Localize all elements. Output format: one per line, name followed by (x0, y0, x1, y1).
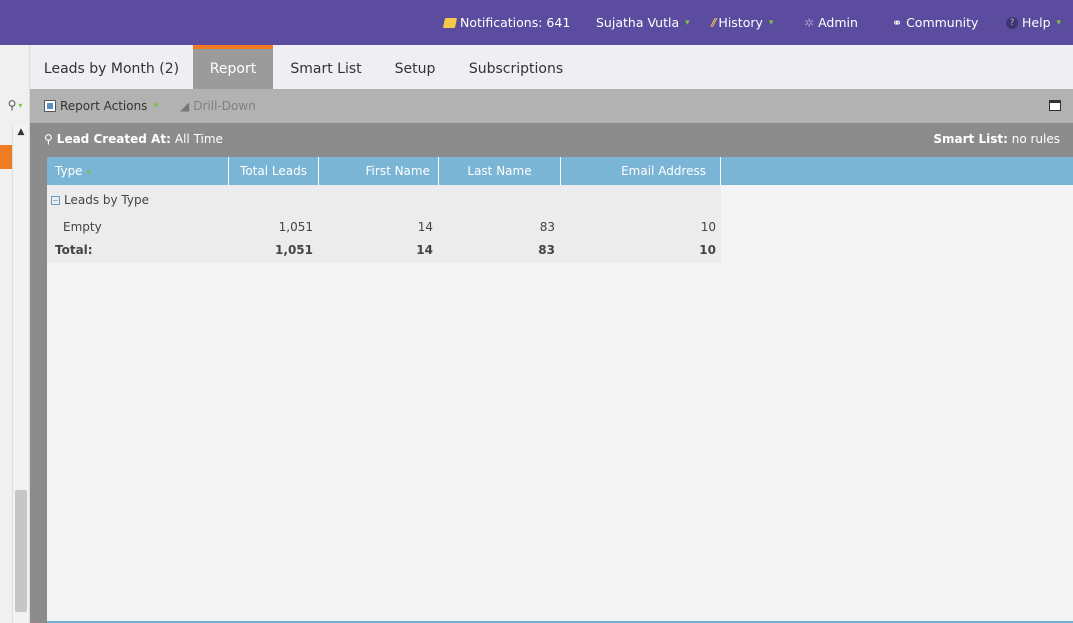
total-email: 10 (699, 243, 716, 257)
drill-down-button[interactable]: ◢ Drill-Down (180, 96, 256, 116)
tab-setup[interactable]: Setup (377, 45, 453, 89)
community-label: Community (906, 14, 979, 30)
group-header: − Leads by Type (51, 188, 149, 212)
tree-actions-button[interactable]: ⚲ ▾ (1, 95, 29, 115)
notifications-label: Notifications: 641 (460, 14, 571, 30)
column-header-total-leads[interactable]: Total Leads (229, 157, 319, 185)
table-row[interactable]: Empty 1,051 14 83 10 (47, 215, 721, 239)
row-email: 10 (700, 220, 716, 234)
total-total-leads: 1,051 (275, 243, 313, 257)
selected-node-marker (0, 145, 12, 169)
report-icon (44, 100, 56, 112)
tree-scrollbar[interactable]: ▲ (12, 125, 28, 623)
grid-header: Type ▾ Total Leads First Name Last Name E… (47, 157, 1073, 185)
history-label: History (718, 14, 763, 30)
tab-bar: Leads by Month (2) Report Smart List Set… (30, 45, 1073, 89)
column-header-email-address[interactable]: Email Address (561, 157, 721, 185)
maximize-window-icon[interactable] (1049, 100, 1061, 111)
collapse-toggle-icon[interactable]: − (51, 196, 60, 205)
row-first-name: 14 (417, 220, 433, 234)
notification-icon (442, 17, 458, 28)
total-first-name: 14 (416, 243, 433, 257)
chevron-down-icon: ▾ (1056, 17, 1062, 28)
report-actions-label: Report Actions (60, 99, 148, 113)
admin-link[interactable]: ✲ Admin (804, 0, 858, 45)
community-link[interactable]: ⚭ Community (892, 0, 978, 45)
filter-bar: ⚲ Lead Created At: All Time Smart List: … (30, 123, 1073, 157)
smart-list-filter[interactable]: Smart List: no rules (933, 132, 1060, 146)
smart-list-label: Smart List: (933, 132, 1008, 146)
chevron-down-icon: ▾ (685, 17, 690, 28)
total-label: Total: (55, 243, 93, 257)
tab-smart-list[interactable]: Smart List (279, 45, 373, 89)
group-row[interactable]: − Leads by Type (47, 188, 721, 212)
column-header-last-name[interactable]: Last Name (439, 157, 561, 185)
report-actions-button[interactable]: Report Actions ▾ (44, 96, 158, 116)
drill-down-icon: ◢ (180, 99, 190, 113)
help-menu[interactable]: ? Help ▾ (1006, 0, 1061, 45)
row-total-leads: 1,051 (278, 220, 313, 234)
total-last-name: 83 (538, 243, 555, 257)
lead-created-value: All Time (174, 132, 223, 146)
report-toolbar: Report Actions ▾ ◢ Drill-Down (30, 89, 1073, 123)
tab-subscriptions[interactable]: Subscriptions (460, 45, 572, 89)
history-icon: // (711, 15, 717, 29)
lead-created-filter[interactable]: ⚲ Lead Created At: All Time (44, 132, 223, 146)
gear-icon: ✲ (804, 15, 815, 30)
total-row: Total: 1,051 14 83 10 (47, 238, 721, 262)
column-header-label: Type (55, 164, 83, 178)
history-menu[interactable]: // History ▾ (711, 0, 773, 45)
chevron-down-icon: ▾ (18, 100, 23, 110)
notifications-link[interactable]: Notifications: 641 (442, 0, 571, 45)
column-header-type[interactable]: Type ▾ (47, 157, 229, 185)
grid-body: − Leads by Type Empty 1,051 14 83 10 Tota… (47, 185, 721, 263)
help-label: Help (1022, 14, 1051, 30)
scroll-up-arrow-icon[interactable]: ▲ (13, 125, 29, 139)
user-menu[interactable]: Sujatha Vutla ▾ (596, 0, 690, 45)
group-label: Leads by Type (64, 193, 149, 207)
report-grid-area: Type ▾ Total Leads First Name Last Name E… (47, 157, 1073, 623)
wrench-icon: ⚲ (7, 98, 17, 112)
tab-report[interactable]: Report (193, 45, 273, 89)
chevron-down-icon: ▾ (153, 101, 158, 111)
wrench-icon: ⚲ (44, 132, 53, 146)
help-icon: ? (1006, 16, 1018, 29)
report-area-left-edge (30, 157, 47, 623)
admin-label: Admin (818, 14, 858, 30)
row-last-name: 83 (539, 220, 555, 234)
scroll-thumb[interactable] (15, 490, 27, 612)
tab-leads-by-month[interactable]: Leads by Month (2) (30, 45, 193, 89)
smart-list-value: no rules (1011, 132, 1060, 146)
chevron-down-icon: ▾ (768, 17, 774, 28)
user-name: Sujatha Vutla (596, 14, 680, 30)
sort-caret-icon: ▾ (86, 168, 91, 177)
column-header-first-name[interactable]: First Name (319, 157, 439, 185)
row-type: Empty (63, 220, 102, 234)
left-panel-collapsed: ⚲ ▾ ▲ (0, 45, 30, 623)
community-icon: ⚭ (892, 15, 903, 30)
lead-created-label: Lead Created At: (56, 132, 171, 146)
top-navigation-bar: Notifications: 641 Sujatha Vutla ▾ // Hi… (0, 0, 1073, 45)
drill-down-label: Drill-Down (193, 99, 256, 113)
